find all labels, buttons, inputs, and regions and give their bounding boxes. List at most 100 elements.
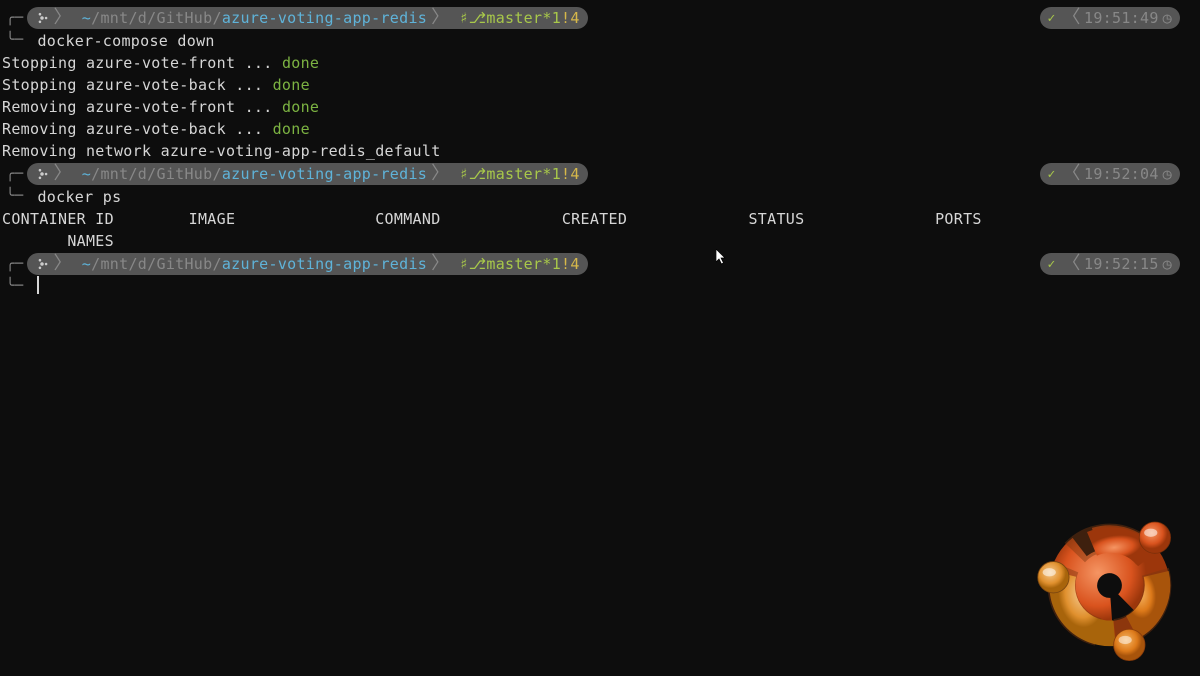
github-icon: ♯ <box>459 255 468 273</box>
output-done: done <box>282 98 319 116</box>
connector-bottom-icon: ╰─ <box>6 276 23 296</box>
ubuntu-logo <box>1027 503 1192 668</box>
prompt-right: ✓ 〉 19:51:49 ◷ <box>1040 7 1180 29</box>
time-value: 19:52:04 <box>1084 165 1159 183</box>
path-tilde: ~ <box>82 165 91 183</box>
connector-top-icon: ╭─ <box>0 254 23 274</box>
git-branch: master <box>486 165 542 183</box>
terminal-output[interactable]: ╭─ 〉 ~ /mnt/d/GitHub/azure-voting-app-re… <box>0 0 1200 298</box>
sep-icon: 〉 <box>53 255 71 273</box>
sep-icon: 〉 <box>1062 9 1080 27</box>
path-mnt: /mnt <box>91 255 128 273</box>
path-sep: / <box>147 255 156 273</box>
path-sep: / <box>128 9 137 27</box>
path-github: GitHub <box>156 9 212 27</box>
output-line: Removing azure-vote-back ... done <box>0 118 1200 140</box>
prompt-line-1: ╭─ 〉 ~ /mnt/d/GitHub/azure-voting-app-re… <box>0 6 1200 30</box>
connector-bottom-icon: ╰─ <box>6 186 23 206</box>
path-tilde: ~ <box>82 9 91 27</box>
time-pill: ✓ 〉 19:52:15 ◷ <box>1040 253 1180 275</box>
path-mnt: /mnt <box>91 165 128 183</box>
prompt-right: ✓ 〉 19:52:15 ◷ <box>1040 253 1180 275</box>
command-text: docker-compose down <box>37 30 214 52</box>
prompt-line-3: ╭─ 〉 ~ /mnt/d/GitHub/azure-voting-app-re… <box>0 252 1200 276</box>
path-repo: azure-voting-app-redis <box>222 9 427 27</box>
output-line: Stopping azure-vote-front ... done <box>0 52 1200 74</box>
connector-bottom-icon: ╰─ <box>6 30 23 50</box>
prompt-left: ╭─ 〉 ~ /mnt/d/GitHub/azure-voting-app-re… <box>0 252 588 276</box>
connector-top-icon: ╭─ <box>0 8 23 28</box>
prompt-right: ✓ 〉 19:52:04 ◷ <box>1040 163 1180 185</box>
output-done: done <box>273 76 310 94</box>
time-pill: ✓ 〉 19:51:49 ◷ <box>1040 7 1180 29</box>
prompt-line-2: ╭─ 〉 ~ /mnt/d/GitHub/azure-voting-app-re… <box>0 162 1200 186</box>
output-text: Stopping azure-vote-front ... <box>2 54 282 72</box>
docker-ps-header2: NAMES <box>0 230 1200 252</box>
clock-icon: ◷ <box>1163 255 1172 273</box>
sep-icon: 〉 <box>431 165 449 183</box>
git-stash: *1 <box>542 165 561 183</box>
path-mnt: /mnt <box>91 9 128 27</box>
clock-icon: ◷ <box>1163 165 1172 183</box>
path-sep: / <box>212 165 221 183</box>
github-icon: ♯ <box>459 9 468 27</box>
time-value: 19:51:49 <box>1084 9 1159 27</box>
git-branch: master <box>486 9 542 27</box>
path-sep: / <box>147 165 156 183</box>
output-text: Removing azure-vote-front ... <box>2 98 282 116</box>
ubuntu-icon <box>35 11 49 25</box>
git-stash: *1 <box>542 9 561 27</box>
prompt-left: ╭─ 〉 ~ /mnt/d/GitHub/azure-voting-app-re… <box>0 162 588 186</box>
git-branch: master <box>486 255 542 273</box>
command-line-1: ╰─ docker-compose down <box>0 30 1200 52</box>
clock-icon: ◷ <box>1163 9 1172 27</box>
check-icon: ✓ <box>1048 257 1056 272</box>
sep-icon: 〉 <box>53 9 71 27</box>
sep-icon: 〉 <box>1062 255 1080 273</box>
check-icon: ✓ <box>1048 11 1056 26</box>
output-line: Stopping azure-vote-back ... done <box>0 74 1200 96</box>
output-text: Removing azure-vote-back ... <box>2 120 273 138</box>
output-line: Removing azure-vote-front ... done <box>0 96 1200 118</box>
time-value: 19:52:15 <box>1084 255 1159 273</box>
prompt-path-pill: 〉 ~ /mnt/d/GitHub/azure-voting-app-redis… <box>27 7 587 29</box>
time-pill: ✓ 〉 19:52:04 ◷ <box>1040 163 1180 185</box>
sep-icon: 〉 <box>431 255 449 273</box>
git-changes: !4 <box>561 255 580 273</box>
sep-icon: 〉 <box>1062 165 1080 183</box>
output-done: done <box>273 120 310 138</box>
output-done: done <box>282 54 319 72</box>
path-sep: / <box>128 165 137 183</box>
ubuntu-icon <box>35 167 49 181</box>
path-d: d <box>138 255 147 273</box>
git-changes: !4 <box>561 9 580 27</box>
branch-icon: ⎇ <box>469 9 487 27</box>
git-stash: *1 <box>542 255 561 273</box>
output-text: Removing network azure-voting-app-redis_… <box>2 142 441 160</box>
ubuntu-icon <box>35 257 49 271</box>
sep-icon: 〉 <box>53 165 71 183</box>
path-github: GitHub <box>156 165 212 183</box>
path-github: GitHub <box>156 255 212 273</box>
check-icon: ✓ <box>1048 167 1056 182</box>
output-text: Stopping azure-vote-back ... <box>2 76 273 94</box>
branch-icon: ⎇ <box>469 255 487 273</box>
path-sep: / <box>147 9 156 27</box>
prompt-left: ╭─ 〉 ~ /mnt/d/GitHub/azure-voting-app-re… <box>0 6 588 30</box>
command-line-2: ╰─ docker ps <box>0 186 1200 208</box>
command-input-line[interactable]: ╰─ <box>0 276 1200 298</box>
text-cursor <box>37 276 39 294</box>
git-changes: !4 <box>561 165 580 183</box>
path-sep: / <box>212 255 221 273</box>
path-d: d <box>138 165 147 183</box>
sep-icon: 〉 <box>431 9 449 27</box>
path-repo: azure-voting-app-redis <box>222 255 427 273</box>
output-line: Removing network azure-voting-app-redis_… <box>0 140 1200 162</box>
path-sep: / <box>212 9 221 27</box>
path-sep: / <box>128 255 137 273</box>
github-icon: ♯ <box>459 165 468 183</box>
branch-icon: ⎇ <box>469 165 487 183</box>
command-text: docker ps <box>37 186 121 208</box>
prompt-path-pill: 〉 ~ /mnt/d/GitHub/azure-voting-app-redis… <box>27 253 587 275</box>
prompt-path-pill: 〉 ~ /mnt/d/GitHub/azure-voting-app-redis… <box>27 163 587 185</box>
